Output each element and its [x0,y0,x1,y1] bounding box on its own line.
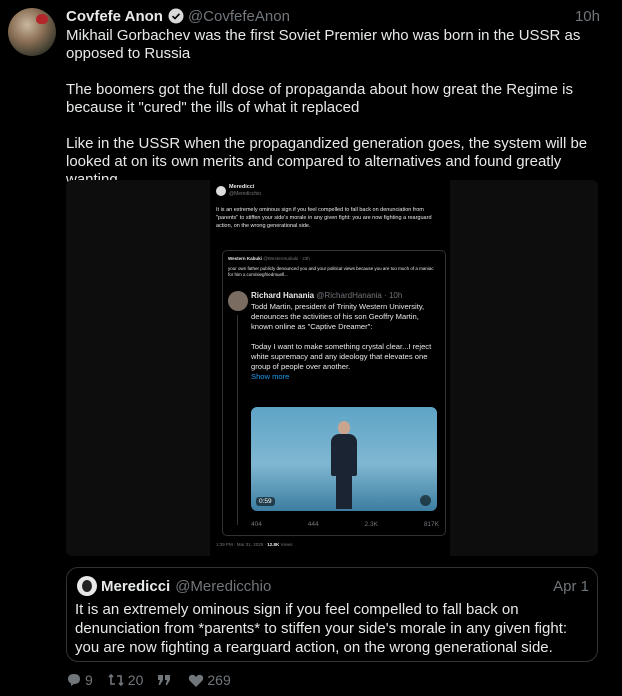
action-bar: 9 20 269 [66,671,245,689]
repost-icon [108,673,124,687]
rh-stats: 404 444 2.3K 817K [251,521,439,528]
screenshot-footer-views: 12.8K [267,542,280,547]
like-button[interactable]: 269 [188,672,231,688]
quoted-author-handle: @Meredicchio [175,577,272,595]
screenshot-footer: 1:39 PM · Mar 31, 2025 · 12.8K Views [216,542,292,547]
post-paragraph: The boomers got the full dose of propaga… [66,81,573,116]
screenshot-author: Meredicci [229,184,255,190]
thread-line [237,315,238,525]
show-more-link: Show more [251,372,290,381]
rh-text: Todd Martin, president of Trinity Wester… [251,302,436,382]
quoted-post-header: Meredicci @Meredicchio Apr 1 [101,576,589,596]
author-handle[interactable]: @CovfefeAnon [188,8,290,25]
reply-count: 9 [85,672,93,688]
rh-reposts: 444 [307,521,319,528]
screenshot-avatar [216,186,226,196]
wk-name: Western Kabuki [228,256,262,261]
rh-replies: 404 [251,521,262,528]
quoted-post-time: Apr 1 [553,577,589,595]
rh-handle: @RichardHanania · 10h [316,291,403,300]
reply-button[interactable]: 9 [66,672,93,688]
rh-text-line: Todd Martin, president of Trinity Wester… [251,302,425,331]
video-thumbnail: 0:59 [251,407,437,511]
mute-icon [420,495,431,506]
wk-text: your own father publicly denounced you a… [228,266,434,277]
video-duration: 0:59 [256,497,275,506]
screenshot-quote-card: Western Kabuki @WesternKabuki · 23h your… [222,250,446,536]
quoted-post[interactable]: Meredicci @Meredicchio Apr 1 It is an ex… [66,567,598,662]
post-header: Covfefe Anon @CovfefeAnon 10h [66,6,600,26]
author-avatar[interactable] [8,8,56,56]
rh-header: Richard Hanania @RichardHanania · 10h [251,291,402,300]
quoted-author-name: Meredicci [101,577,171,595]
avatar-rooster-comb [36,14,48,24]
rh-likes: 2.3K [364,521,378,528]
screenshot-handle: @Meredicchio [229,191,262,197]
repost-button[interactable]: 20 [107,672,144,688]
post-paragraph: Mikhail Gorbachev was the first Soviet P… [66,27,581,62]
like-count: 269 [207,672,231,688]
screenshot-footer-views-label: Views [279,542,293,547]
quoted-author-avatar [77,576,97,596]
quoted-post-text: It is an extremely ominous sign if you f… [75,601,568,656]
quote-icon [158,675,171,685]
screenshot-footer-time: 1:39 PM · Mar 31, 2025 · [216,542,268,547]
author-name[interactable]: Covfefe Anon [66,8,163,25]
reply-icon [68,674,80,686]
rh-views: 817K [423,521,439,528]
rh-text-line: Today I want to make something crystal c… [251,342,432,371]
screenshot-text: It is an extremely ominous sign if you f… [216,207,432,229]
speaker-figure [329,421,359,511]
embedded-screenshot: Meredicci @Meredicchio It is an extremel… [210,180,450,556]
like-icon [189,674,204,687]
post-time[interactable]: 10h [575,8,600,25]
wk-header: Western Kabuki @WesternKabuki · 23h [228,256,310,261]
verified-badge-icon [168,8,184,24]
rh-name: Richard Hanania [251,291,315,300]
wk-handle: @WesternKabuki · 23h [263,256,310,261]
quote-button[interactable] [157,673,174,687]
post-image[interactable]: Meredicci @Meredicchio It is an extremel… [66,180,598,556]
repost-count: 20 [127,672,144,688]
rh-avatar [228,291,248,311]
